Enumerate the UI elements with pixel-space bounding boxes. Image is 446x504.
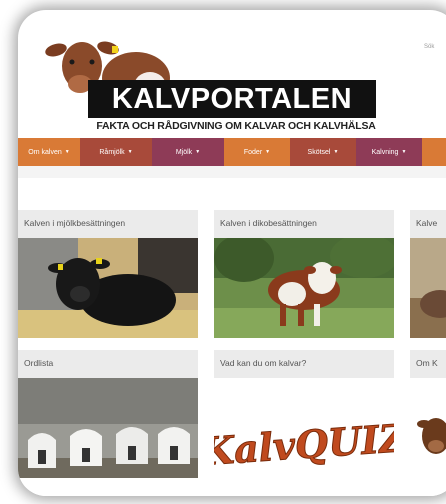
card-title[interactable]: Om K xyxy=(416,358,438,368)
caret-down-icon: ▼ xyxy=(127,149,133,155)
card-om-partial[interactable]: Om K xyxy=(410,350,446,496)
tagline: FAKTA OCH RÅDGIVNING OM KALVAR OCH KALVH… xyxy=(96,120,376,132)
card-title[interactable]: Vad kan du om kalvar? xyxy=(220,358,306,368)
card-title[interactable]: Kalven i dikobesättningen xyxy=(220,218,317,228)
caret-down-icon: ▼ xyxy=(401,149,407,155)
nav-item-ramjolk[interactable]: Råmjölk ▼ xyxy=(80,138,152,166)
browser-frame: KALVPORTALEN FAKTA OCH RÅDGIVNING OM KAL… xyxy=(18,10,446,496)
card-kalven-mjolk[interactable]: Kalven i mjölkbesättningen xyxy=(18,210,198,338)
nav-item-label: Foder xyxy=(243,148,263,156)
main-nav: Om kalven ▼ Råmjölk ▼ Mjölk ▼ Foder ▼ Skötse… xyxy=(18,138,446,166)
calf-photo-partial[interactable] xyxy=(410,238,446,338)
caret-down-icon: ▼ xyxy=(265,149,271,155)
card-title[interactable]: Kalven i mjölkbesättningen xyxy=(24,218,125,228)
caret-down-icon: ▼ xyxy=(195,149,201,155)
brand-title: KALVPORTALEN xyxy=(111,83,353,115)
card-header: Vad kan du om kalvar? xyxy=(214,350,394,378)
nav-item-om-kalven[interactable]: Om kalven ▼ xyxy=(18,138,80,166)
nav-item-mjolk[interactable]: Mjölk ▼ xyxy=(152,138,224,166)
kalvquiz-logo[interactable]: KalvQUIZ xyxy=(214,378,394,496)
nav-item-label: Mjölk xyxy=(175,148,193,156)
caret-down-icon: ▼ xyxy=(333,149,339,155)
card-title[interactable]: Ordlista xyxy=(24,358,53,368)
nav-item-label: Skötsel xyxy=(307,148,331,156)
card-header: Kalven i mjölkbesättningen xyxy=(18,210,198,238)
nav-item-skotsel[interactable]: Skötsel ▼ xyxy=(290,138,356,166)
black-calf-photo[interactable] xyxy=(18,238,198,338)
search-link[interactable]: Sök xyxy=(424,44,434,50)
nav-item-more[interactable] xyxy=(422,138,446,166)
card-header: Kalven i dikobesättningen xyxy=(214,210,394,238)
nav-item-label: Råmjölk xyxy=(99,148,125,156)
card-header: Kalve xyxy=(410,210,446,238)
nav-item-label: Kalvning xyxy=(371,148,399,156)
card-kalvquiz[interactable]: Vad kan du om kalvar? KalvQUIZ xyxy=(214,350,394,496)
card-kalven-diko[interactable]: Kalven i dikobesättningen xyxy=(214,210,394,338)
card-ordlista[interactable]: Ordlista xyxy=(18,350,198,496)
caret-down-icon: ▼ xyxy=(64,149,70,155)
card-title[interactable]: Kalve xyxy=(416,218,437,228)
nav-item-kalvning[interactable]: Kalvning ▼ xyxy=(356,138,422,166)
cow-illustration-partial[interactable] xyxy=(410,378,446,496)
hereford-calf-photo[interactable] xyxy=(214,238,394,338)
calf-hutches-photo[interactable] xyxy=(18,378,198,478)
nav-item-label: Om kalven xyxy=(28,148,62,156)
nav-shadow-band xyxy=(18,166,446,178)
web-page: KALVPORTALEN FAKTA OCH RÅDGIVNING OM KAL… xyxy=(18,10,446,496)
card-kalve-partial[interactable]: Kalve xyxy=(410,210,446,338)
card-header: Ordlista xyxy=(18,350,198,378)
nav-item-foder[interactable]: Foder ▼ xyxy=(224,138,290,166)
card-header: Om K xyxy=(410,350,446,378)
brand-title-box[interactable]: KALVPORTALEN xyxy=(88,80,376,118)
